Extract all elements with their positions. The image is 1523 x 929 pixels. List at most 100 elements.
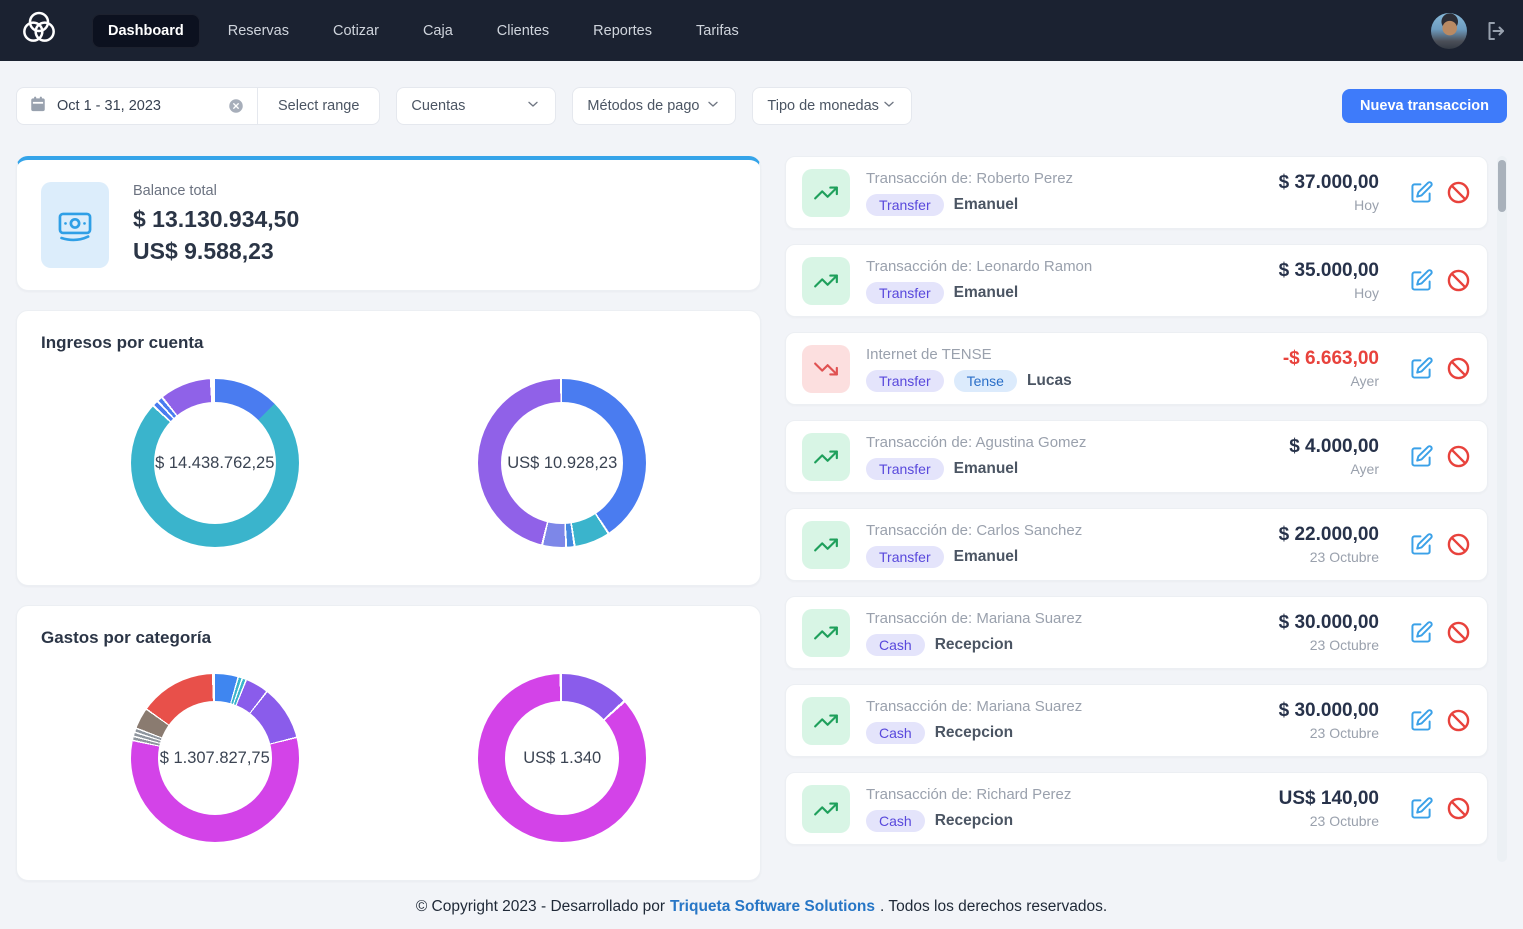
cancel-transaction-button[interactable]	[1446, 268, 1471, 293]
balance-info: Balance total $ 13.130.934,50 US$ 9.588,…	[133, 183, 299, 267]
edit-transaction-button[interactable]	[1409, 180, 1434, 205]
nav-item-clientes[interactable]: Clientes	[481, 14, 565, 48]
currency-type-dropdown[interactable]: Tipo de monedas	[752, 87, 912, 125]
ban-icon	[1446, 356, 1471, 381]
trending-up-icon	[813, 708, 839, 734]
transaction-badge: Transfer	[866, 546, 944, 568]
edit-transaction-button[interactable]	[1409, 796, 1434, 821]
edit-transaction-button[interactable]	[1409, 268, 1434, 293]
transaction-date: Ayer	[1283, 373, 1379, 389]
nav-item-dashboard[interactable]: Dashboard	[92, 14, 200, 48]
ban-icon	[1446, 620, 1471, 645]
transactions-scrollbar	[1497, 156, 1507, 862]
transaction-amount-block: -$ 6.663,00 Ayer	[1283, 348, 1379, 389]
transaction-badges: TransferEmanuel	[866, 458, 1273, 480]
triqueta-logo-icon	[19, 6, 59, 55]
cancel-transaction-button[interactable]	[1446, 444, 1471, 469]
triqueta-link[interactable]: Triqueta Software Solutions	[670, 898, 875, 916]
transaction-user: Lucas	[1027, 372, 1072, 390]
logout-icon[interactable]	[1483, 19, 1507, 43]
transaction-info: Transacción de: Agustina Gomez TransferE…	[866, 434, 1273, 480]
transaction-badge: Cash	[866, 722, 925, 744]
edit-icon	[1409, 356, 1434, 381]
scrollbar-thumb[interactable]	[1498, 160, 1506, 212]
date-range-group: Oct 1 - 31, 2023 Select range	[16, 87, 380, 125]
chevron-down-icon	[705, 96, 721, 116]
nav-item-cotizar[interactable]: Cotizar	[317, 14, 395, 48]
date-range-value: Oct 1 - 31, 2023	[57, 98, 161, 114]
cancel-transaction-button[interactable]	[1446, 620, 1471, 645]
main-content: Balance total $ 13.130.934,50 US$ 9.588,…	[0, 156, 1523, 881]
new-transaction-button[interactable]: Nueva transaccion	[1342, 89, 1507, 123]
nav-item-reservas[interactable]: Reservas	[212, 14, 305, 48]
edit-icon	[1409, 796, 1434, 821]
transaction-row: Transacción de: Mariana Suarez CashRecep…	[785, 596, 1488, 669]
copyright-suffix: . Todos los derechos reservados.	[880, 898, 1107, 916]
expenses-panel-title: Gastos por categoría	[41, 628, 736, 648]
transaction-badges: CashRecepcion	[866, 634, 1263, 656]
clear-date-icon[interactable]	[227, 97, 245, 115]
transaction-date: 23 Octubre	[1279, 813, 1379, 829]
edit-icon	[1409, 708, 1434, 733]
transaction-info: Transacción de: Carlos Sanchez TransferE…	[866, 522, 1263, 568]
transaction-amount-block: $ 35.000,00 Hoy	[1279, 260, 1379, 301]
transaction-user: Recepcion	[935, 812, 1013, 830]
transaction-amount: $ 4.000,00	[1289, 436, 1379, 458]
calendar-icon	[29, 95, 47, 118]
edit-transaction-button[interactable]	[1409, 532, 1434, 557]
page-footer: © Copyright 2023 - Desarrollado por Triq…	[0, 885, 1523, 929]
date-range-input[interactable]: Oct 1 - 31, 2023	[17, 88, 257, 124]
transaction-actions	[1409, 796, 1471, 821]
app-logo[interactable]	[16, 6, 62, 55]
cancel-transaction-button[interactable]	[1446, 180, 1471, 205]
ban-icon	[1446, 796, 1471, 821]
transaction-amount-block: $ 30.000,00 23 Octubre	[1279, 612, 1379, 653]
accounts-dropdown-label: Cuentas	[411, 98, 465, 114]
select-range-button[interactable]: Select range	[257, 88, 379, 124]
edit-icon	[1409, 620, 1434, 645]
transaction-row: Transacción de: Carlos Sanchez TransferE…	[785, 508, 1488, 581]
transaction-badges: TransferTenseLucas	[866, 370, 1267, 392]
transaction-date: 23 Octubre	[1279, 549, 1379, 565]
edit-icon	[1409, 532, 1434, 557]
transaction-title: Transacción de: Agustina Gomez	[866, 434, 1273, 451]
cancel-transaction-button[interactable]	[1446, 356, 1471, 381]
nav-item-reportes[interactable]: Reportes	[577, 14, 668, 48]
transaction-badge: Transfer	[866, 194, 944, 216]
left-column: Balance total $ 13.130.934,50 US$ 9.588,…	[16, 156, 761, 881]
nav-item-tarifas[interactable]: Tarifas	[680, 14, 755, 48]
balance-card: Balance total $ 13.130.934,50 US$ 9.588,…	[16, 156, 761, 291]
transaction-info: Transacción de: Richard Perez CashRecepc…	[866, 786, 1263, 832]
cancel-transaction-button[interactable]	[1446, 796, 1471, 821]
transaction-amount-block: $ 4.000,00 Ayer	[1289, 436, 1379, 477]
edit-transaction-button[interactable]	[1409, 444, 1434, 469]
accounts-dropdown[interactable]: Cuentas	[396, 87, 556, 125]
transaction-user: Emanuel	[954, 284, 1019, 302]
transaction-date: Ayer	[1289, 461, 1379, 477]
cancel-transaction-button[interactable]	[1446, 708, 1471, 733]
transaction-actions	[1409, 444, 1471, 469]
transaction-direction-icon	[802, 521, 850, 569]
trending-up-icon	[813, 268, 839, 294]
income-usd-total: US$ 10.928,23	[478, 379, 646, 547]
transaction-list: Transacción de: Roberto Perez TransferEm…	[785, 156, 1488, 845]
income-ars-total: $ 14.438.762,25	[131, 379, 299, 547]
main-nav: Dashboard Reservas Cotizar Caja Clientes…	[92, 14, 755, 48]
transaction-amount: -$ 6.663,00	[1283, 348, 1379, 370]
edit-transaction-button[interactable]	[1409, 708, 1434, 733]
transaction-amount-block: US$ 140,00 23 Octubre	[1279, 788, 1379, 829]
chevron-down-icon	[881, 96, 897, 116]
cancel-transaction-button[interactable]	[1446, 532, 1471, 557]
transaction-row: Transacción de: Roberto Perez TransferEm…	[785, 156, 1488, 229]
trending-up-icon	[813, 796, 839, 822]
balance-label: Balance total	[133, 183, 299, 199]
transaction-date: 23 Octubre	[1279, 637, 1379, 653]
edit-transaction-button[interactable]	[1409, 620, 1434, 645]
trending-up-icon	[813, 444, 839, 470]
nav-item-caja[interactable]: Caja	[407, 14, 469, 48]
edit-transaction-button[interactable]	[1409, 356, 1434, 381]
transaction-amount-block: $ 22.000,00 23 Octubre	[1279, 524, 1379, 565]
user-avatar[interactable]	[1431, 13, 1467, 49]
expenses-donut-row: $ 1.307.827,75 US$ 1.340	[41, 674, 736, 842]
payment-methods-dropdown[interactable]: Métodos de pago	[572, 87, 736, 125]
